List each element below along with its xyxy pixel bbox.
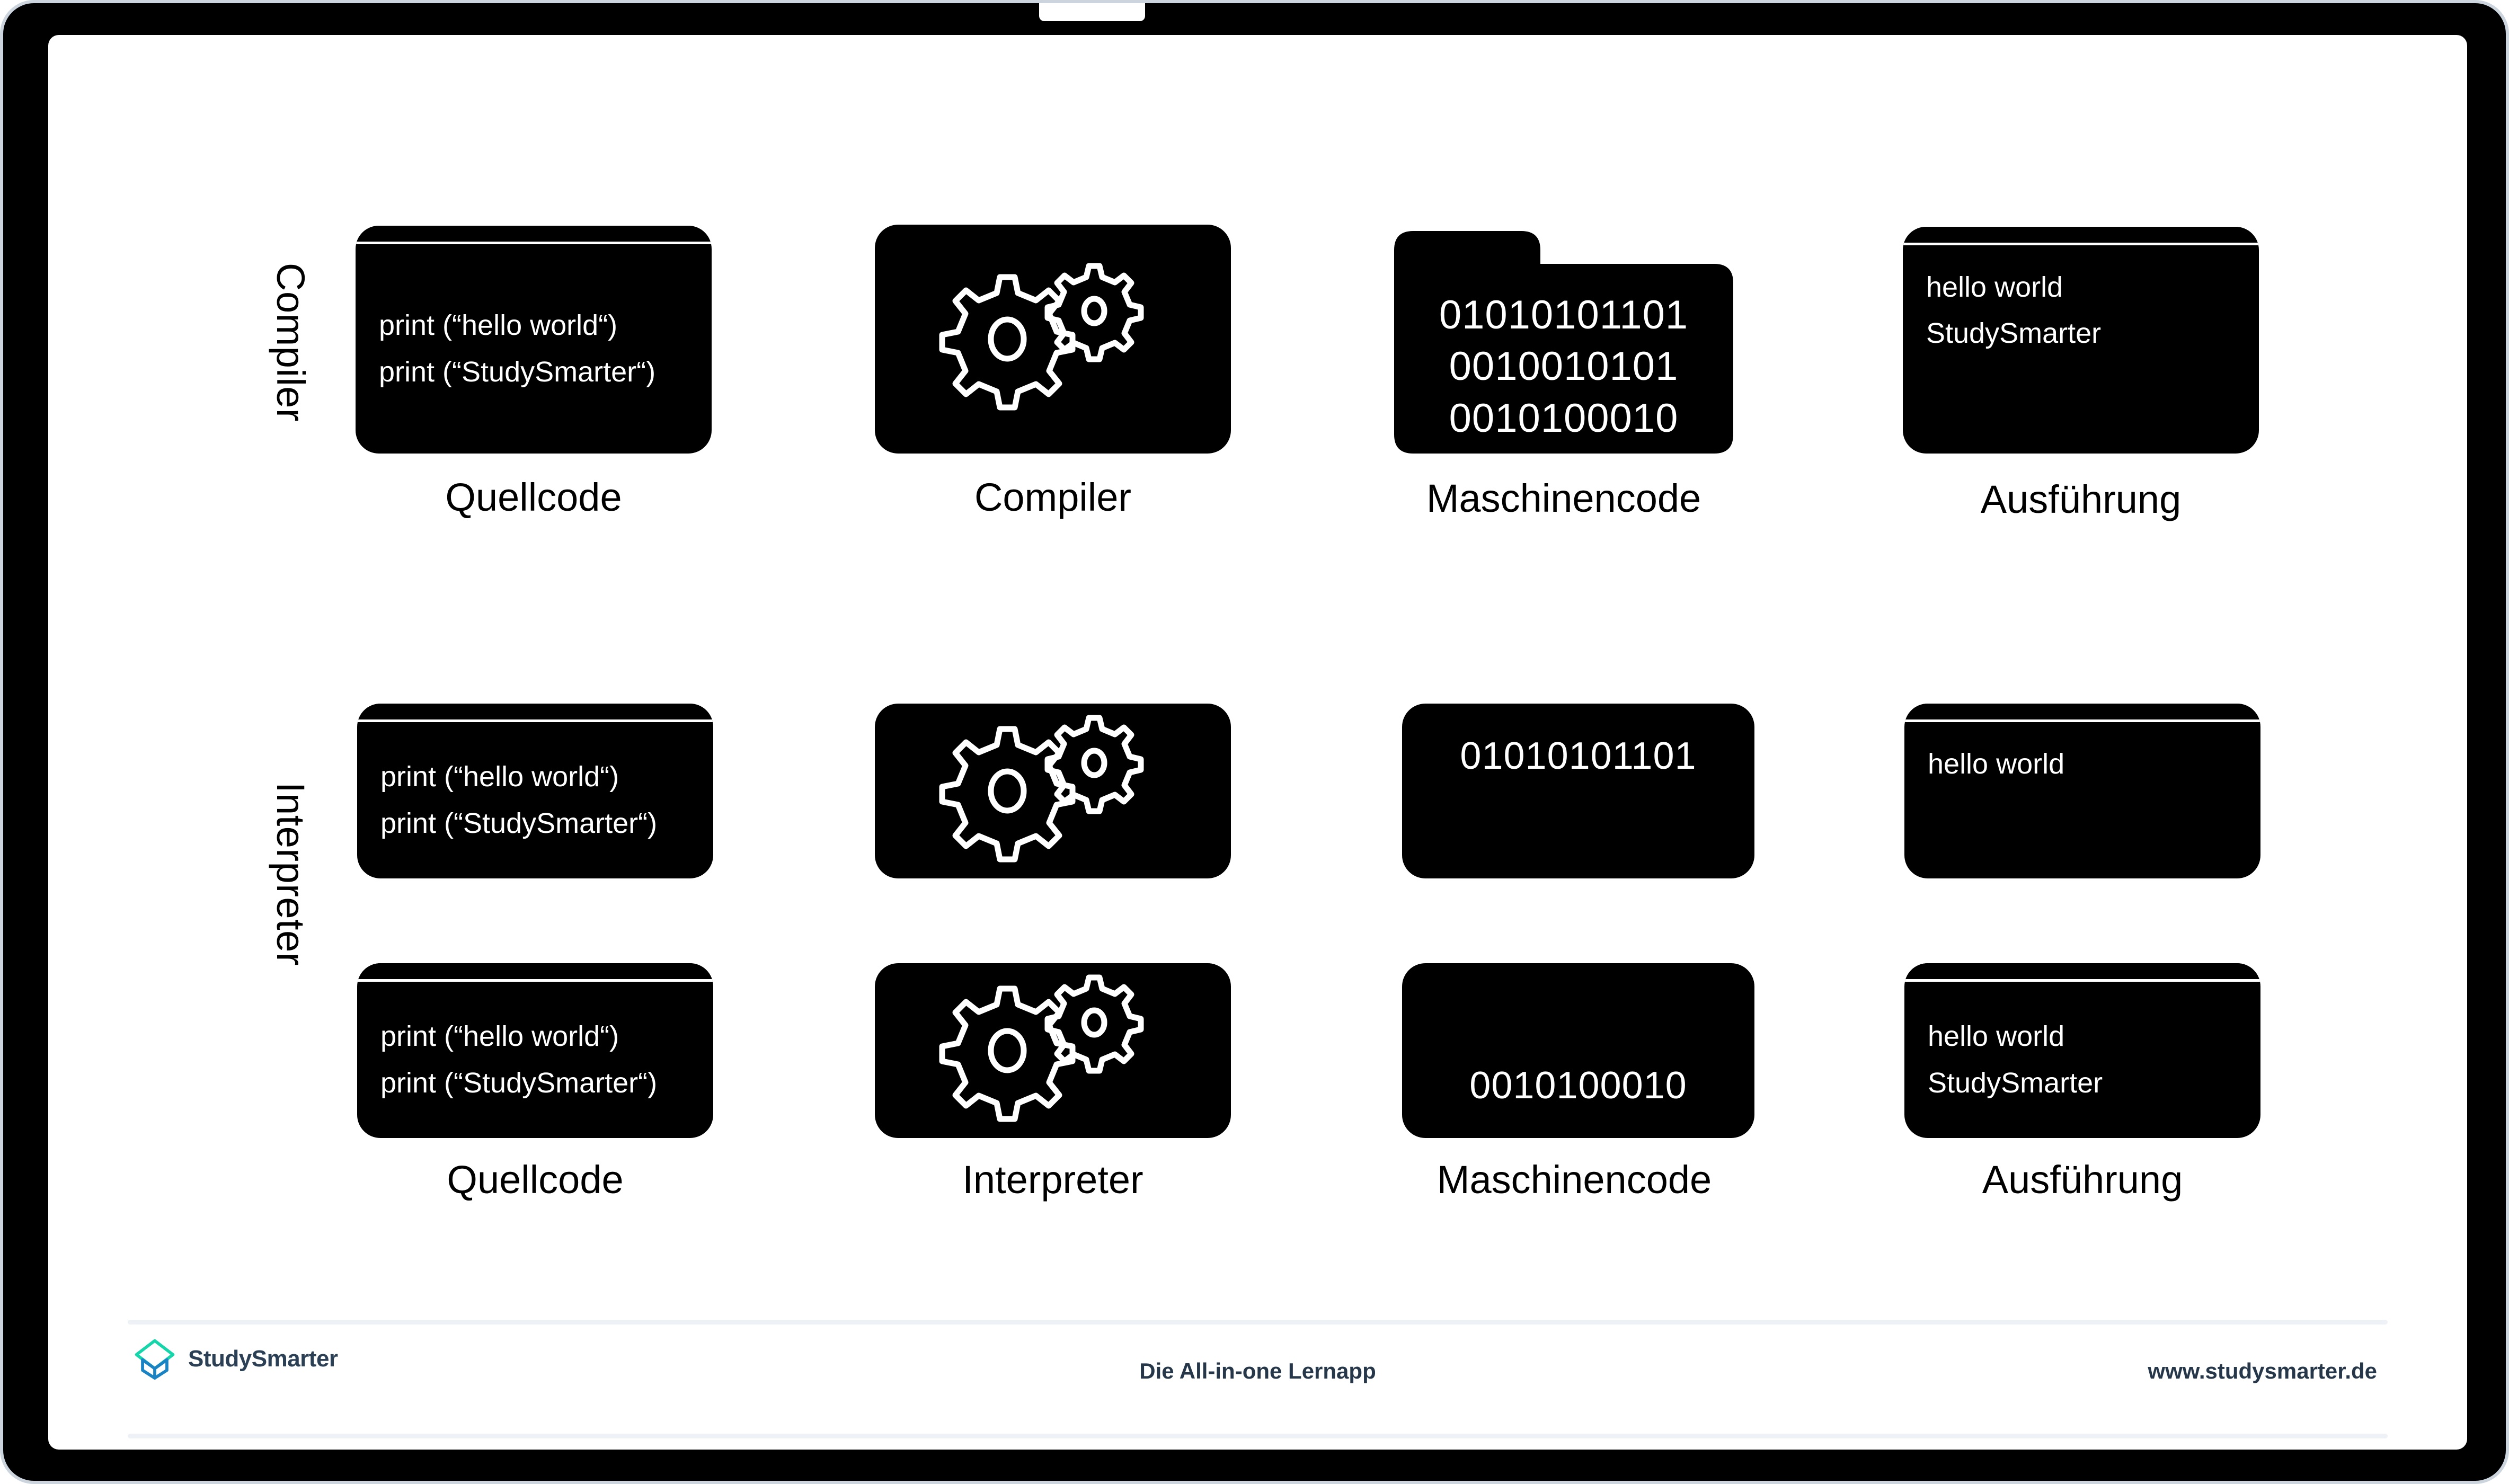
card-machine-code-interpreter-step1: 01010101101 xyxy=(1402,704,1754,878)
output-line: hello world xyxy=(1928,1020,2065,1053)
binary-line: 01010101101 xyxy=(1460,735,1697,777)
card-interpreter-gears-step2 xyxy=(875,963,1231,1138)
gears-icon xyxy=(939,715,1144,863)
card-titlebar xyxy=(357,963,713,979)
footer: StudySmarter Die All-in-one Lernapp www.… xyxy=(48,1328,2467,1428)
card-body: print (“hello world“) print (“StudySmart… xyxy=(356,244,712,454)
card-source-code-interpreter-step2: print (“hello world“) print (“StudySmart… xyxy=(357,963,713,1138)
output-line: hello world xyxy=(1928,748,2065,780)
card-output-compiler: hello world StudySmarter xyxy=(1903,227,2259,454)
row-label-compiler: Compiler xyxy=(269,263,313,422)
footer-url[interactable]: www.studysmarter.de xyxy=(2148,1358,2377,1384)
footer-tagline: Die All-in-one Lernapp xyxy=(1139,1358,1376,1383)
code-line: print (“hello world“) xyxy=(379,309,618,342)
gears-icon xyxy=(939,263,1144,411)
card-machine-code-compiler: 01010101101 0010010101 0010100010 xyxy=(1394,231,1733,454)
caption-compiler: Compiler xyxy=(974,475,1132,519)
output-line: hello world xyxy=(1926,271,2063,303)
caption-maschinencode-interpreter: Maschinencode xyxy=(1437,1158,1712,1202)
code-line: print (“hello world“) xyxy=(380,1020,619,1053)
gears-icon xyxy=(939,974,1144,1122)
output-line: StudySmarter xyxy=(1926,317,2102,350)
card-compiler-gears xyxy=(875,225,1231,454)
code-line: print (“hello world“) xyxy=(380,761,619,793)
card-source-code-interpreter-step1: print (“hello world“) print (“StudySmart… xyxy=(357,704,713,878)
card-body: hello world StudySmarter xyxy=(1904,982,2260,1138)
code-line: print (“StudySmarter“) xyxy=(380,807,658,839)
folder-text: 01010101101 0010010101 0010100010 xyxy=(1394,282,1733,454)
code-line: print (“StudySmarter“) xyxy=(380,1067,658,1099)
card-titlebar xyxy=(1904,704,2260,719)
device-frame: Compiler print (“hello world“) print (“S… xyxy=(0,0,2509,1484)
diagram-canvas: Compiler print (“hello world“) print (“S… xyxy=(48,35,2467,1450)
card-machine-code-interpreter-step2: 0010100010 xyxy=(1402,963,1754,1138)
caption-quellcode-compiler: Quellcode xyxy=(445,475,622,519)
caption-ausfuehrung-compiler: Ausführung xyxy=(1980,477,2182,521)
code-line: print (“StudySmarter“) xyxy=(379,356,656,388)
card-body: print (“hello world“) print (“StudySmart… xyxy=(357,982,713,1138)
caption-quellcode-interpreter: Quellcode xyxy=(447,1158,624,1202)
device-notch xyxy=(1039,3,1145,21)
card-titlebar xyxy=(356,226,712,242)
footer-top-divider xyxy=(128,1320,2388,1325)
card-body: hello world StudySmarter xyxy=(1903,245,2259,454)
card-source-code-compiler: print (“hello world“) print (“StudySmart… xyxy=(356,226,712,454)
device-screen: Compiler print (“hello world“) print (“S… xyxy=(48,35,2467,1450)
card-body: print (“hello world“) print (“StudySmart… xyxy=(357,722,713,878)
card-output-interpreter-step2: hello world StudySmarter xyxy=(1904,963,2260,1138)
caption-maschinencode-compiler: Maschinencode xyxy=(1426,476,1701,520)
output-line: StudySmarter xyxy=(1928,1067,2103,1099)
row-label-interpreter: Interpreter xyxy=(269,782,313,966)
card-titlebar xyxy=(1904,963,2260,979)
caption-ausfuehrung-interpreter: Ausführung xyxy=(1982,1158,2183,1202)
binary-line: 0010100010 xyxy=(1449,395,1679,441)
card-titlebar xyxy=(357,704,713,719)
card-body: hello world xyxy=(1904,722,2260,878)
caption-interpreter: Interpreter xyxy=(962,1158,1143,1202)
card-titlebar xyxy=(1903,227,2259,243)
binary-line: 01010101101 xyxy=(1439,292,1689,337)
binary-line: 0010010101 xyxy=(1449,344,1679,389)
footer-bottom-divider xyxy=(128,1434,2388,1438)
card-output-interpreter-step1: hello world xyxy=(1904,704,2260,878)
card-interpreter-gears-step1 xyxy=(875,704,1231,878)
binary-line: 0010100010 xyxy=(1469,1064,1687,1107)
